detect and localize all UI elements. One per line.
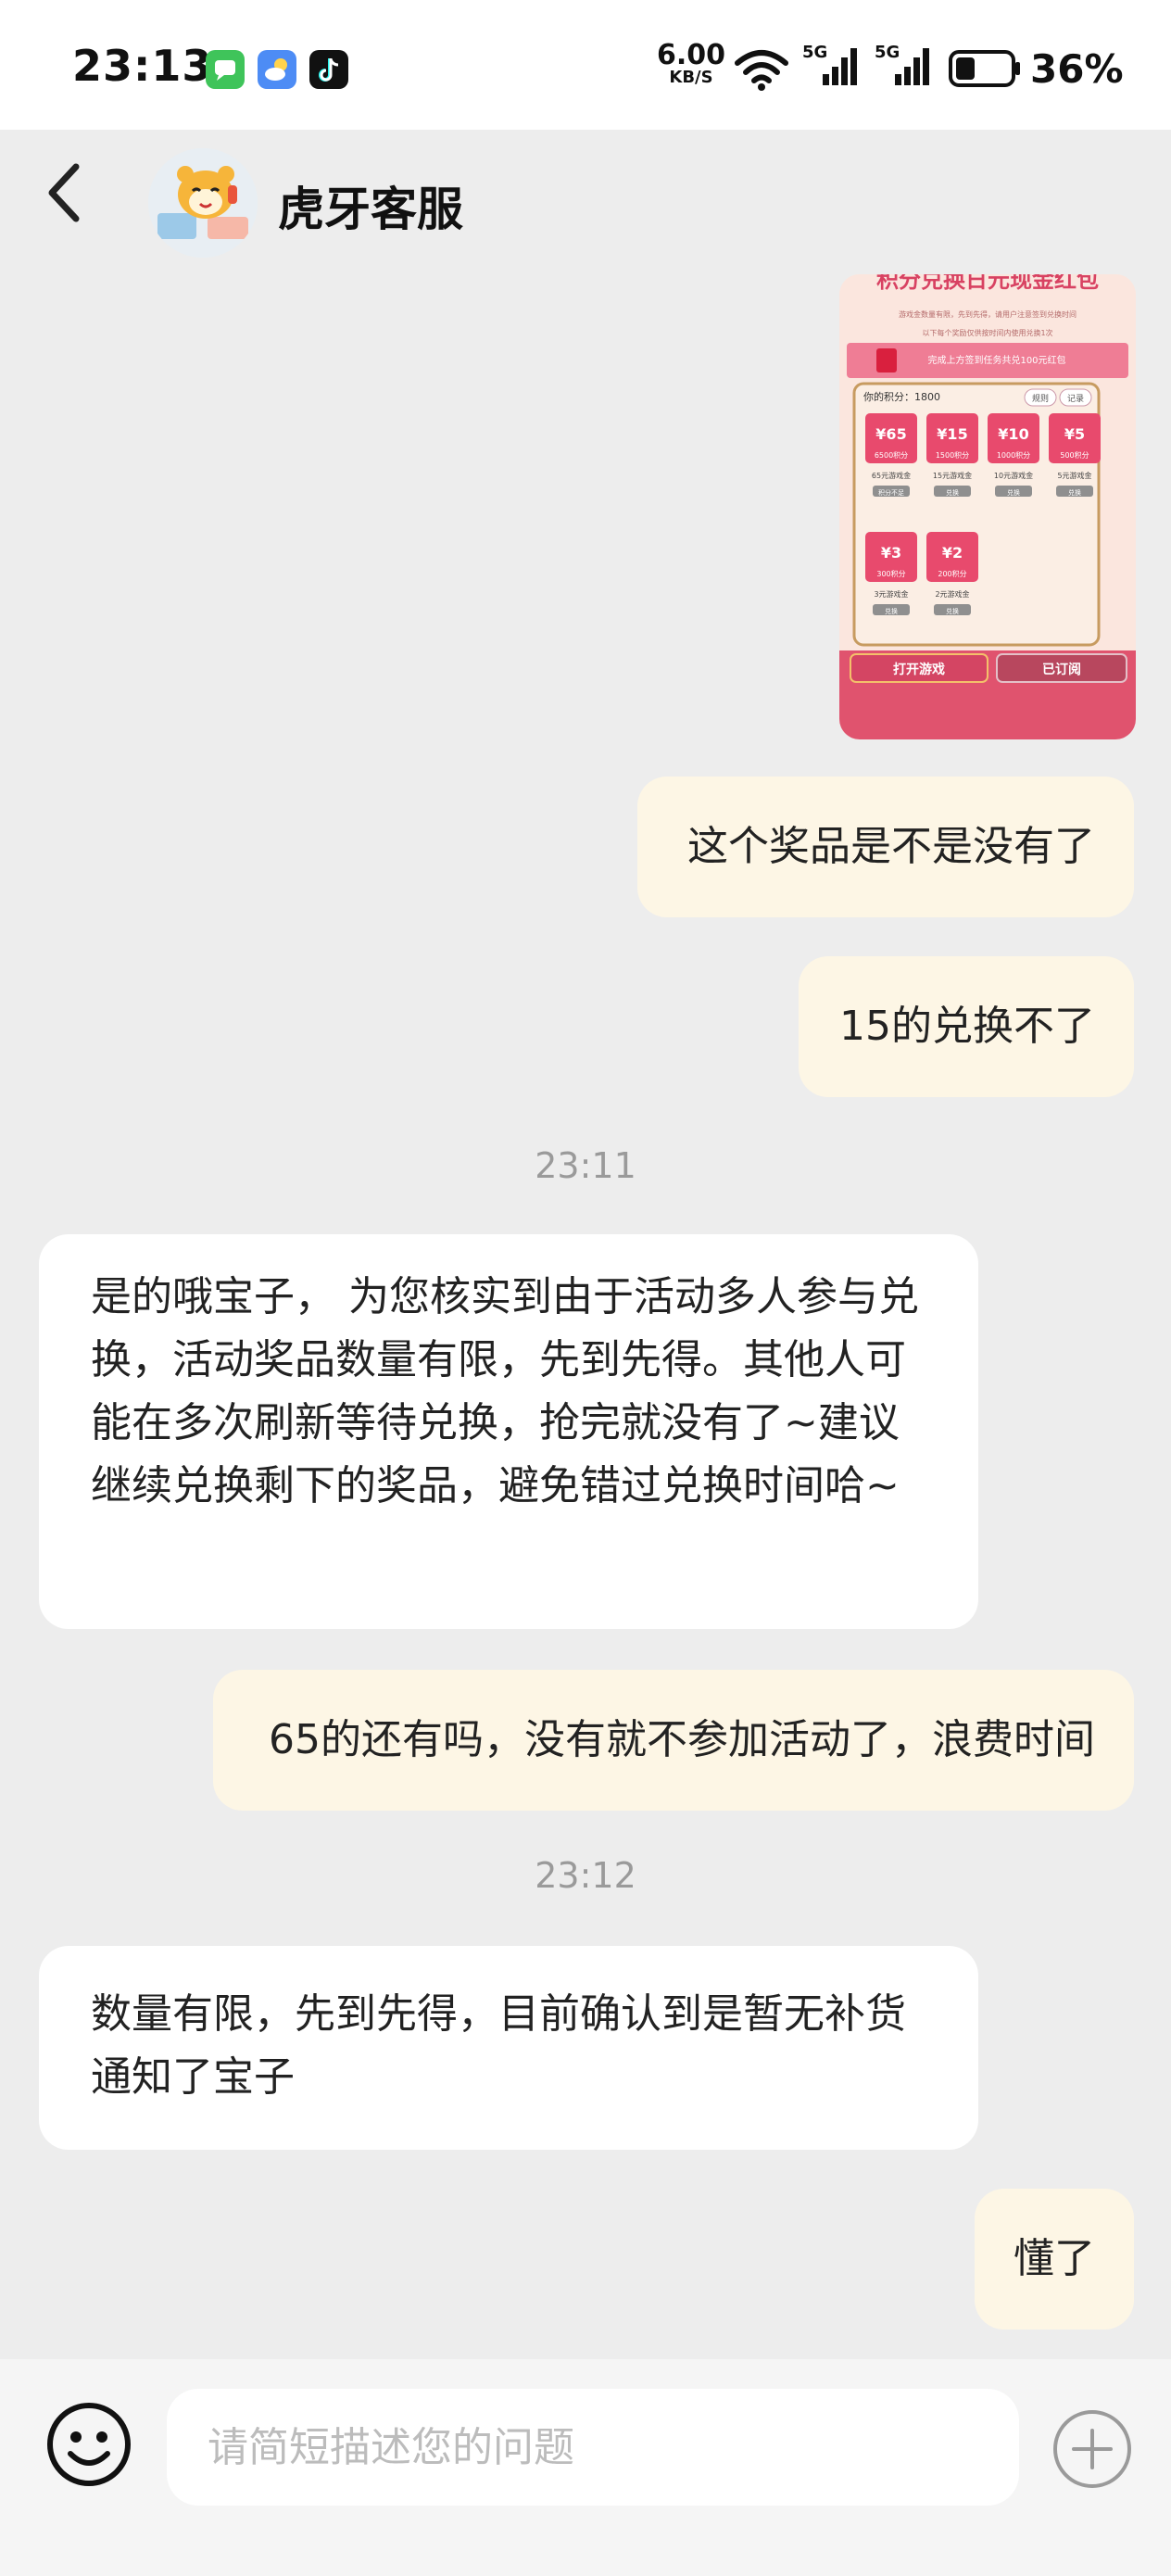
prize-cost: 6500积分 — [875, 450, 908, 460]
prize-amount: ¥3 — [881, 544, 901, 562]
prize-amount: ¥10 — [998, 425, 1028, 443]
svg-text:记录: 记录 — [1067, 394, 1084, 404]
prize-amount: ¥2 — [942, 544, 963, 562]
timestamp: 23:12 — [535, 1855, 636, 1896]
prize-status: 兑换 — [1007, 488, 1020, 497]
wifi-icon — [735, 50, 788, 91]
svg-text:打开游戏: 打开游戏 — [893, 662, 945, 677]
messages-icon — [206, 50, 245, 89]
prize-status: 兑换 — [885, 607, 898, 615]
signal-icon: 5G — [802, 43, 863, 89]
battery-icon — [949, 50, 1020, 87]
message-input[interactable] — [167, 2389, 1019, 2506]
plus-button[interactable] — [1051, 2407, 1134, 2491]
prize-exchange-page-image: 积分兑换日元现金红包 游戏金数量有限，先到先得，请用户注意签到兑换时间 以下每个… — [839, 274, 1136, 739]
message-outgoing[interactable]: 65的还有吗，没有就不参加活动了，浪费时间 — [213, 1670, 1134, 1811]
message-incoming[interactable]: 是的哦宝子， 为您核实到由于活动多人参与兑换，活动奖品数量有限，先到先得。其他人… — [39, 1234, 978, 1629]
message-outgoing[interactable]: 这个奖品是不是没有了 — [637, 777, 1134, 917]
prize-amount: ¥15 — [937, 425, 967, 443]
back-button[interactable] — [37, 156, 93, 230]
prize-cost: 500积分 — [1060, 450, 1089, 460]
prize-status: 兑换 — [1068, 488, 1081, 497]
prize-amount: ¥65 — [875, 425, 906, 443]
prize-cost: 1500积分 — [936, 450, 969, 460]
svg-text:游戏金数量有限，先到先得，请用户注意签到兑换时间: 游戏金数量有限，先到先得，请用户注意签到兑换时间 — [899, 309, 1077, 319]
svg-text:规则: 规则 — [1032, 393, 1049, 404]
chat-title: 虎牙客服 — [278, 183, 463, 236]
network-speed: 6.00 KB/S — [656, 39, 726, 87]
prize-cost: 300积分 — [876, 569, 905, 578]
tiger-mascot-icon — [148, 148, 258, 258]
message-outgoing[interactable]: 15的兑换不了 — [799, 956, 1134, 1097]
prize-status: 兑换 — [946, 607, 959, 615]
prize-amount: ¥5 — [1064, 425, 1085, 443]
shared-screenshot-image[interactable]: 积分兑换日元现金红包 游戏金数量有限，先到先得，请用户注意签到兑换时间 以下每个… — [839, 274, 1136, 739]
prize-status: 兑换 — [946, 488, 959, 497]
prize-status: 积分不足 — [878, 488, 904, 497]
weather-icon — [258, 50, 296, 89]
avatar[interactable] — [148, 148, 258, 258]
tiktok-icon — [309, 50, 348, 89]
svg-text:完成上方签到任务共兑100元红包: 完成上方签到任务共兑100元红包 — [927, 354, 1065, 366]
emoji-button[interactable] — [44, 2400, 133, 2489]
prize-name: 65元游戏金 — [872, 471, 911, 480]
svg-text:已订阅: 已订阅 — [1042, 662, 1081, 677]
message-incoming[interactable]: 数量有限，先到先得，目前确认到是暂无补货通知了宝子 — [39, 1946, 978, 2150]
chat-header: 虎牙客服 — [0, 130, 1171, 269]
status-bar: 23:13 6.00 KB/S 5G 5G 36% — [0, 0, 1171, 130]
input-bar — [0, 2359, 1171, 2576]
timestamp: 23:11 — [535, 1145, 636, 1186]
prize-name: 5元游戏金 — [1057, 471, 1091, 480]
svg-text:以下每个奖励仅供按时间内使用兑换1次: 以下每个奖励仅供按时间内使用兑换1次 — [922, 328, 1052, 337]
prize-name: 2元游戏金 — [935, 589, 969, 599]
prize-name: 15元游戏金 — [933, 471, 972, 480]
signal-icon: 5G — [875, 43, 936, 89]
battery-percent: 36% — [1030, 46, 1124, 92]
prize-name: 10元游戏金 — [994, 471, 1033, 480]
svg-text:积分兑换日元现金红包: 积分兑换日元现金红包 — [876, 274, 1099, 293]
svg-text:你的积分：1800: 你的积分：1800 — [863, 390, 940, 403]
status-time: 23:13 — [72, 41, 213, 91]
prize-cost: 1000积分 — [997, 450, 1030, 460]
prize-cost: 200积分 — [938, 569, 966, 578]
prize-name: 3元游戏金 — [874, 589, 908, 599]
message-outgoing[interactable]: 懂了 — [975, 2189, 1134, 2330]
